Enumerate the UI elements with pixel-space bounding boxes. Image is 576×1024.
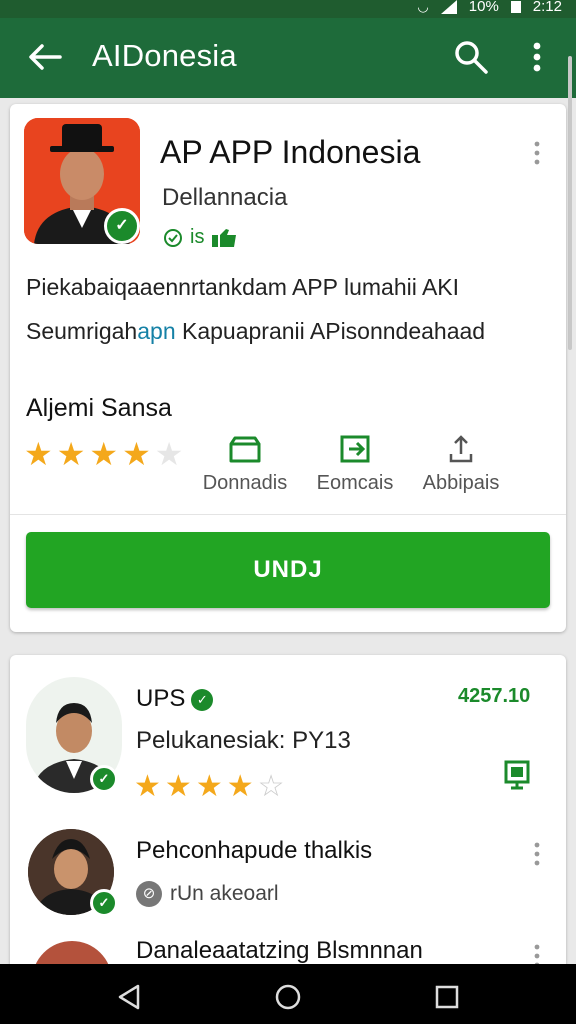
star-icon: ★	[122, 436, 151, 472]
verified-check-icon: ✓	[191, 688, 214, 711]
star-empty-icon: ★	[154, 436, 184, 472]
star-icon: ★	[56, 436, 86, 472]
scrollbar[interactable]	[568, 56, 572, 350]
description-line-2: Seumrigahapn Kapuapranii APisonndeahaad	[26, 318, 485, 345]
developer-meta: is	[162, 226, 240, 249]
divider	[10, 514, 566, 515]
navigation-bar	[0, 964, 576, 1024]
app-bar-title: AIDonesia	[92, 38, 237, 73]
more-vert-icon[interactable]	[524, 38, 550, 76]
app-icon[interactable]: ✓	[24, 118, 140, 244]
action-label: Eomcais	[316, 472, 394, 494]
action-button-3[interactable]: Abbipais	[406, 434, 516, 495]
more-vert-icon[interactable]	[532, 140, 542, 166]
action-button-1[interactable]: Donnadis	[190, 434, 300, 495]
rating-label: Aljemi Sansa	[26, 394, 172, 422]
battery-icon	[510, 0, 521, 13]
developer-name[interactable]: Dellannacia	[162, 184, 287, 212]
nav-recents-icon[interactable]	[432, 982, 462, 1012]
thumbs-up-icon	[212, 228, 237, 247]
battery-text: 10%	[468, 0, 499, 15]
action-label: Abbipais	[422, 472, 500, 494]
status-bar: ◡ 10% 2:12	[0, 0, 576, 18]
featured-app-card: ✓ AP APP Indonesia Dellannacia is Piekab…	[10, 104, 566, 632]
nav-home-icon[interactable]	[273, 982, 303, 1012]
rating-stars: ★ ★ ★ ★ ★	[24, 438, 183, 470]
description-text: Kapuapranii APisonndeahaad	[175, 318, 486, 344]
folder-icon	[229, 436, 261, 463]
device-icon[interactable]	[502, 759, 532, 791]
star-icon: ★	[24, 436, 53, 472]
more-vert-icon[interactable]	[532, 841, 542, 867]
star-icon: ★	[195, 770, 223, 803]
list-item-title: UPS ✓	[136, 685, 214, 713]
description-line-1: Piekabaiqaaennrtankdam APP lumahii AKI	[26, 274, 460, 300]
star-icon: ★	[134, 770, 161, 803]
star-icon: ★	[89, 436, 119, 472]
share-icon	[449, 435, 473, 463]
nav-back-icon[interactable]	[114, 982, 144, 1012]
rating-stars: ★ ★ ★ ★ ☆	[134, 771, 285, 803]
verified-badge-icon: ✓	[90, 889, 118, 917]
list-item-subtitle: Pelukanesiak: PY13	[136, 727, 351, 754]
description-text: Seumrigah	[26, 318, 138, 344]
badge-icon: ⊘	[136, 881, 162, 907]
verified-badge-icon: ✓	[104, 208, 140, 244]
app-name: AP APP Indonesia	[160, 134, 421, 170]
star-empty-icon: ☆	[257, 770, 285, 803]
import-icon	[340, 435, 370, 463]
install-button[interactable]: UNDJ	[26, 532, 550, 608]
developer-meta-text: is	[190, 226, 205, 248]
list-item-title-text: UPS	[136, 685, 186, 712]
star-icon: ★	[226, 770, 254, 803]
star-icon: ★	[164, 770, 192, 803]
list-item-meta-text: rUn akeoarl	[170, 882, 279, 905]
list-item-title: Danaleaatatzing Blsmnnan	[136, 937, 423, 964]
arrow-left-icon[interactable]	[26, 38, 64, 76]
description-link[interactable]: apn	[137, 318, 175, 344]
list-item-price: 4257.10	[458, 685, 531, 707]
list-item-title: Pehconhapude thalkis	[136, 837, 373, 864]
search-icon[interactable]	[452, 38, 490, 76]
action-button-2[interactable]: Eomcais	[300, 434, 410, 495]
clock: 2:12	[532, 0, 562, 15]
verified-badge-icon: ✓	[90, 765, 118, 793]
list-item-meta: ⊘ rUn akeoarl	[136, 881, 279, 907]
wifi-icon: ◡	[417, 0, 429, 14]
app-bar: AIDonesia	[0, 18, 576, 98]
action-label: Donnadis	[202, 472, 288, 494]
signal-icon	[440, 0, 457, 14]
badge-icon	[164, 228, 182, 247]
